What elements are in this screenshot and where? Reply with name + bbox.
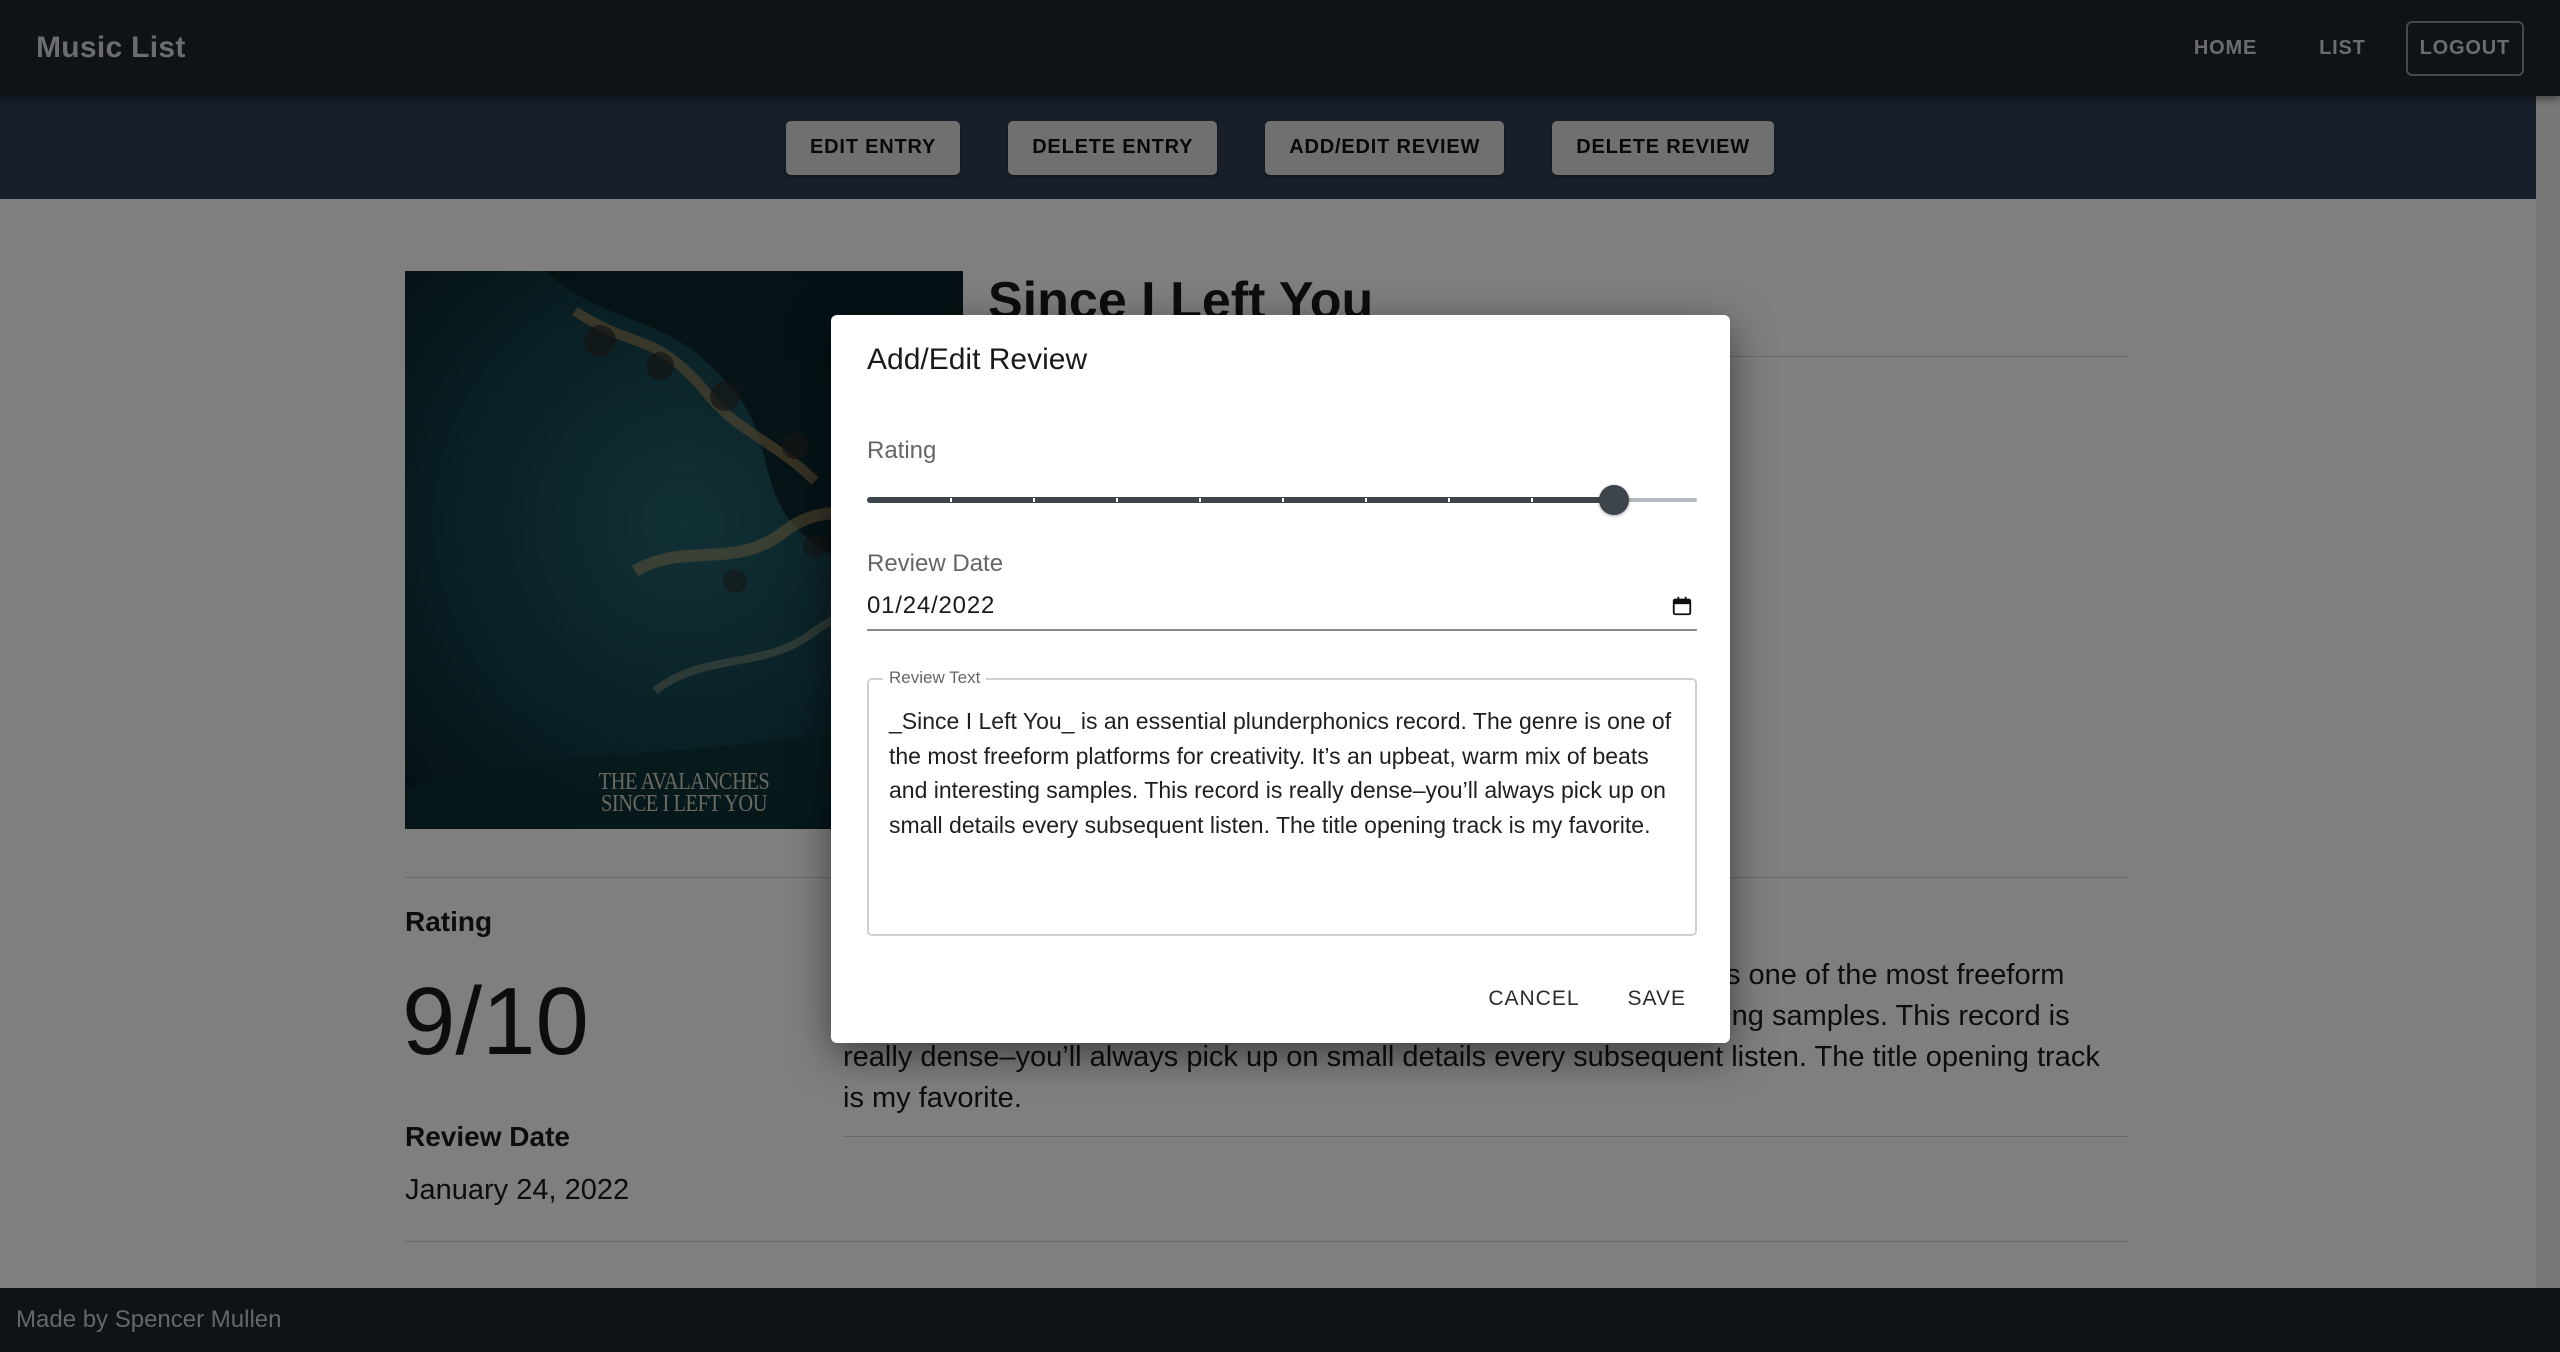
slider-step-mark <box>950 498 952 502</box>
slider-step-mark <box>1531 498 1533 502</box>
slider-step-mark <box>1365 498 1367 502</box>
dialog-actions: CANCEL SAVE <box>1476 977 1698 1021</box>
review-date-input[interactable]: 01/24/2022 <box>867 583 1697 631</box>
slider-step-mark <box>1282 498 1284 502</box>
dialog-title: Add/Edit Review <box>867 343 1088 376</box>
slider-thumb[interactable] <box>1599 485 1629 515</box>
cancel-button[interactable]: CANCEL <box>1476 977 1591 1021</box>
review-text-field[interactable]: Review Text _Since I Left You_ is an ess… <box>867 668 1697 936</box>
slider-step-mark <box>1033 498 1035 502</box>
rating-slider[interactable] <box>867 485 1697 515</box>
calendar-icon[interactable] <box>1671 595 1693 617</box>
review-text-input[interactable]: _Since I Left You_ is an essential plund… <box>889 704 1684 842</box>
rating-field-label: Rating <box>867 437 937 464</box>
slider-step-mark <box>1448 498 1450 502</box>
save-button[interactable]: SAVE <box>1616 977 1698 1021</box>
review-date-field-label: Review Date <box>867 550 1004 577</box>
slider-step-mark <box>1116 498 1118 502</box>
add-edit-review-dialog: Add/Edit Review Rating Review Date 01/24… <box>831 315 1730 1043</box>
review-text-label: Review Text <box>883 668 987 688</box>
review-date-input-value[interactable]: 01/24/2022 <box>867 592 995 620</box>
slider-track <box>867 497 1614 503</box>
slider-step-mark <box>1199 498 1201 502</box>
